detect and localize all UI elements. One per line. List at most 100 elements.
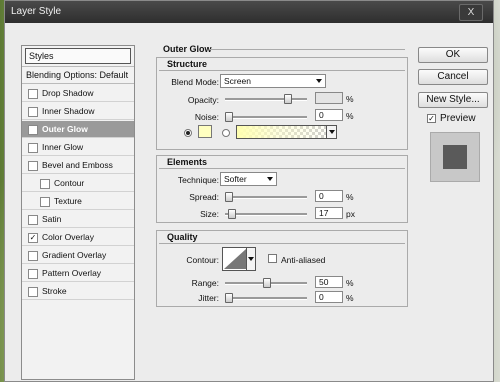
style-item-drop-shadow[interactable]: Drop Shadow	[22, 85, 134, 102]
style-item-label: Stroke	[42, 286, 67, 296]
style-item-stroke[interactable]: Stroke	[22, 283, 134, 300]
range-slider[interactable]	[225, 278, 307, 288]
style-item-label: Inner Shadow	[42, 106, 95, 116]
blend-mode-value: Screen	[224, 76, 251, 86]
chevron-down-icon	[329, 130, 335, 134]
spread-slider-thumb[interactable]	[225, 192, 233, 202]
contour-picker[interactable]	[222, 247, 256, 271]
gradient-radio[interactable]	[222, 129, 230, 137]
blend-mode-select[interactable]: Screen	[220, 74, 326, 88]
preview-swatch	[443, 145, 467, 169]
preview-checkbox[interactable]: ✓	[427, 114, 436, 123]
style-checkbox-inner-shadow[interactable]	[28, 107, 38, 117]
noise-input[interactable]: 0	[315, 109, 343, 121]
style-item-bevel-and-emboss[interactable]: Bevel and Emboss	[22, 157, 134, 174]
preview-label: Preview	[440, 113, 476, 124]
range-unit: %	[346, 278, 354, 288]
noise-slider-thumb[interactable]	[225, 112, 233, 122]
style-item-label: Inner Glow	[42, 142, 84, 152]
opacity-slider[interactable]	[225, 94, 307, 104]
structure-divider	[159, 70, 405, 71]
jitter-slider-thumb[interactable]	[225, 293, 233, 303]
styles-header[interactable]: Styles	[25, 48, 131, 64]
spread-unit: %	[346, 192, 354, 202]
glow-color-swatch[interactable]	[198, 125, 212, 138]
window-title: Layer Style	[11, 6, 62, 17]
style-checkbox-gradient-overlay[interactable]	[28, 251, 38, 261]
opacity-input[interactable]	[315, 92, 343, 104]
style-item-color-overlay[interactable]: ✓ Color Overlay	[22, 229, 134, 246]
size-unit: px	[346, 209, 355, 219]
layer-style-dialog: Layer Style X Styles Blending Options: D…	[4, 0, 494, 382]
size-slider[interactable]	[225, 209, 307, 219]
opacity-unit: %	[346, 94, 354, 104]
style-checkbox-satin[interactable]	[28, 215, 38, 225]
technique-value: Softer	[224, 174, 247, 184]
anti-aliased-label: Anti-aliased	[281, 255, 326, 265]
style-item-inner-glow[interactable]: Inner Glow	[22, 139, 134, 156]
chevron-down-icon	[267, 177, 273, 181]
close-button[interactable]: X	[459, 4, 483, 21]
elements-title: Elements	[167, 157, 208, 167]
gradient-dropdown-button[interactable]	[326, 126, 336, 138]
style-item-label: Gradient Overlay	[42, 250, 107, 260]
contour-preview-icon	[224, 249, 246, 269]
spread-input[interactable]: 0	[315, 190, 343, 202]
style-item-label: Drop Shadow	[42, 88, 94, 98]
style-item-pattern-overlay[interactable]: Pattern Overlay	[22, 265, 134, 282]
contour-label: Contour:	[186, 255, 219, 265]
anti-aliased-checkbox[interactable]	[268, 254, 277, 263]
noise-slider[interactable]	[225, 112, 307, 122]
style-item-contour[interactable]: Contour	[22, 175, 134, 192]
size-label: Size:	[200, 209, 219, 219]
quality-divider	[159, 243, 405, 244]
jitter-unit: %	[346, 293, 354, 303]
style-checkbox-stroke[interactable]	[28, 287, 38, 297]
outer-glow-title: Outer Glow	[163, 44, 212, 54]
jitter-input[interactable]: 0	[315, 291, 343, 303]
styles-list: Styles Blending Options: Default Drop Sh…	[21, 45, 135, 380]
style-item-label: Pattern Overlay	[42, 268, 102, 278]
solid-color-radio[interactable]	[184, 129, 192, 137]
style-item-inner-shadow[interactable]: Inner Shadow	[22, 103, 134, 120]
jitter-slider[interactable]	[225, 293, 307, 303]
style-item-satin[interactable]: Satin	[22, 211, 134, 228]
technique-label: Technique:	[177, 175, 219, 185]
elements-divider	[159, 168, 405, 169]
noise-label: Noise:	[194, 112, 219, 122]
opacity-slider-thumb[interactable]	[283, 94, 292, 104]
style-checkbox-bevel-and-emboss[interactable]	[28, 161, 38, 171]
style-checkbox-contour[interactable]	[40, 179, 50, 189]
style-preview-thumbnail	[430, 132, 480, 182]
range-label: Range:	[191, 278, 219, 288]
opacity-label: Opacity:	[187, 95, 219, 105]
style-checkbox-inner-glow[interactable]	[28, 143, 38, 153]
size-input[interactable]: 17	[315, 207, 343, 219]
style-item-outer-glow[interactable]: ✓ Outer Glow	[22, 121, 134, 138]
noise-unit: %	[346, 111, 354, 121]
range-input[interactable]: 50	[315, 276, 343, 288]
style-checkbox-drop-shadow[interactable]	[28, 89, 38, 99]
style-item-texture[interactable]: Texture	[22, 193, 134, 210]
title-bar: Layer Style X	[5, 1, 493, 23]
style-item-label: Contour	[54, 178, 85, 188]
contour-dropdown-button[interactable]	[246, 248, 255, 270]
blend-mode-label: Blend Mode:	[171, 77, 219, 87]
spread-slider[interactable]	[225, 192, 307, 202]
style-checkbox-texture[interactable]	[40, 197, 50, 207]
style-item-gradient-overlay[interactable]: Gradient Overlay	[22, 247, 134, 264]
style-item-label: Bevel and Emboss	[42, 160, 113, 170]
title-divider	[209, 49, 405, 50]
technique-select[interactable]: Softer	[220, 172, 277, 186]
style-checkbox-pattern-overlay[interactable]	[28, 269, 38, 279]
blending-options-item[interactable]: Blending Options: Default	[22, 66, 134, 84]
gradient-picker[interactable]	[236, 125, 337, 139]
new-style-button[interactable]: New Style...	[418, 92, 488, 108]
style-checkbox-outer-glow[interactable]: ✓	[28, 125, 38, 135]
cancel-button[interactable]: Cancel	[418, 69, 488, 85]
jitter-label: Jitter:	[198, 293, 219, 303]
ok-button[interactable]: OK	[418, 47, 488, 63]
style-checkbox-color-overlay[interactable]: ✓	[28, 233, 38, 243]
range-slider-thumb[interactable]	[263, 278, 271, 288]
size-slider-thumb[interactable]	[227, 209, 236, 219]
